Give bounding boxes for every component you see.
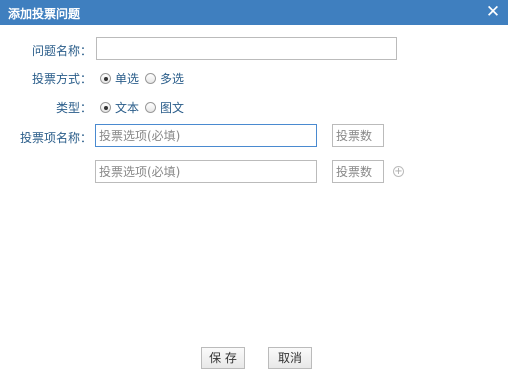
vote-option-input[interactable] bbox=[95, 160, 317, 183]
cancel-button[interactable]: 取消 bbox=[268, 347, 312, 369]
single-choice-label[interactable]: 单选 bbox=[115, 70, 139, 87]
vote-option-input[interactable] bbox=[95, 124, 317, 147]
text-type-radio[interactable] bbox=[100, 102, 111, 113]
text-type-label[interactable]: 文本 bbox=[115, 99, 139, 116]
image-text-type-radio[interactable] bbox=[145, 102, 157, 113]
dialog-title: 添加投票问题 bbox=[8, 7, 81, 21]
multiple-choice-label[interactable]: 多选 bbox=[160, 70, 184, 87]
type-label: 类型： bbox=[55, 101, 92, 115]
plus-circle-icon[interactable]: + bbox=[393, 166, 404, 177]
vote-items-label: 投票项名称： bbox=[19, 131, 92, 145]
single-choice-radio[interactable] bbox=[100, 73, 111, 84]
vote-mode-radio-group: 单选 多选 bbox=[100, 70, 190, 87]
type-radio-group: 文本 图文 bbox=[100, 99, 190, 116]
multiple-choice-radio[interactable] bbox=[145, 73, 157, 84]
vote-count-input[interactable] bbox=[332, 160, 384, 183]
save-button[interactable]: 保 存 bbox=[201, 347, 245, 369]
question-name-input[interactable] bbox=[96, 37, 397, 60]
vote-mode-label: 投票方式： bbox=[31, 72, 92, 86]
image-text-type-label[interactable]: 图文 bbox=[160, 99, 184, 116]
question-name-label: 问题名称： bbox=[31, 44, 92, 58]
dialog-titlebar: 添加投票问题 ✕ bbox=[0, 0, 508, 25]
vote-count-input[interactable] bbox=[332, 124, 384, 147]
close-icon[interactable]: ✕ bbox=[484, 2, 502, 22]
